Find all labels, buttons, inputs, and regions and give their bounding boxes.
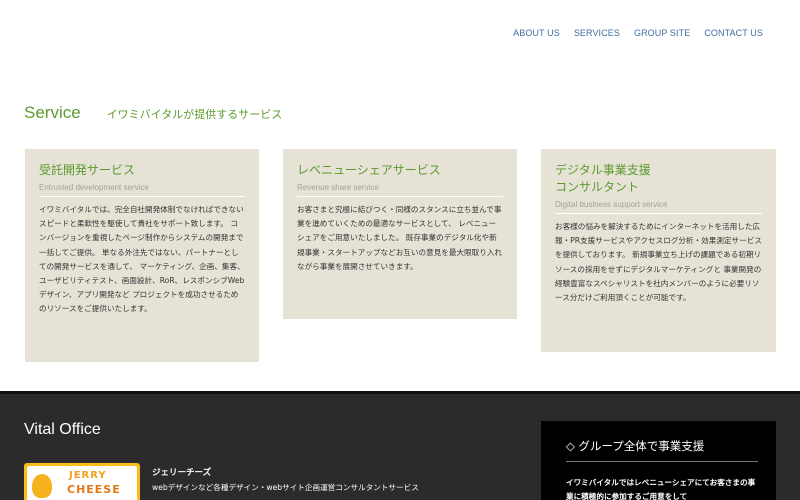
card-title: デジタル事業支援 コンサルタント — [555, 163, 651, 194]
nav-about-us[interactable]: ABOUT US — [513, 28, 560, 38]
service-card-digital-consulting: デジタル事業支援 コンサルタント Digital business suppor… — [541, 149, 776, 352]
jerry-cheese-logo[interactable]: JERRY CHEESE — [24, 463, 140, 500]
card-subtitle: Entrusted development service — [39, 183, 245, 197]
top-navigation: ABOUT US SERVICES GROUP SITE CONTACT US — [513, 28, 763, 38]
group-support-text: イワミバイタルではレベニューシェアにてお客さまの事業に積極的に参加するご用意をし… — [566, 478, 756, 500]
service-title: Service — [24, 103, 81, 122]
vital-office-title: Vital Office — [24, 421, 101, 438]
card-subtitle: Revenue share service — [297, 183, 503, 197]
footer: Vital Office JERRY CHEESE ジェリーチーズ webデザイ… — [0, 391, 800, 500]
divider — [566, 461, 758, 462]
nav-contact-us[interactable]: CONTACT US — [704, 28, 763, 38]
card-body: イワミバイタルでは、完全自社開発体制でなければできないスピードと柔軟性を駆使して… — [39, 205, 245, 314]
card-body: お客様の悩みを解決するためにインターネットを活用した広報・PR支援サービスやアク… — [555, 222, 762, 303]
card-title: 受託開発サービス — [39, 163, 136, 177]
nav-services[interactable]: SERVICES — [574, 28, 620, 38]
card-title: レベニューシェアサービス — [297, 163, 441, 177]
nav-group-site[interactable]: GROUP SITE — [634, 28, 690, 38]
service-header: Service イワミバイタルが提供するサービス — [24, 103, 282, 123]
service-subtitle: イワミバイタルが提供するサービス — [106, 108, 283, 121]
group-support-box: ◇ グループ全体で事業支援 イワミバイタルではレベニューシェアにてお客さまの事業… — [541, 421, 776, 500]
service-card-revenue-share: レベニューシェアサービス Revenue share service お客さまと… — [283, 149, 517, 319]
cheese-icon — [32, 474, 52, 498]
company-description: webデザインなど各種デザイン・webサイト企画運営コンサルタントサービス — [152, 483, 419, 492]
card-body: お客さまと究極に結びつく・同様のスタンスに立ち並んで事業を進めていくための最適な… — [297, 205, 503, 271]
logo-word-jerry: JERRY — [69, 470, 107, 481]
logo-word-cheese: CHEESE — [67, 483, 121, 496]
company-name[interactable]: ジェリーチーズ — [152, 466, 211, 478]
service-card-development: 受託開発サービス Entrusted development service イ… — [25, 149, 259, 362]
group-support-heading: ◇ グループ全体で事業支援 — [566, 439, 705, 453]
card-subtitle: Digital business support service — [555, 200, 762, 214]
